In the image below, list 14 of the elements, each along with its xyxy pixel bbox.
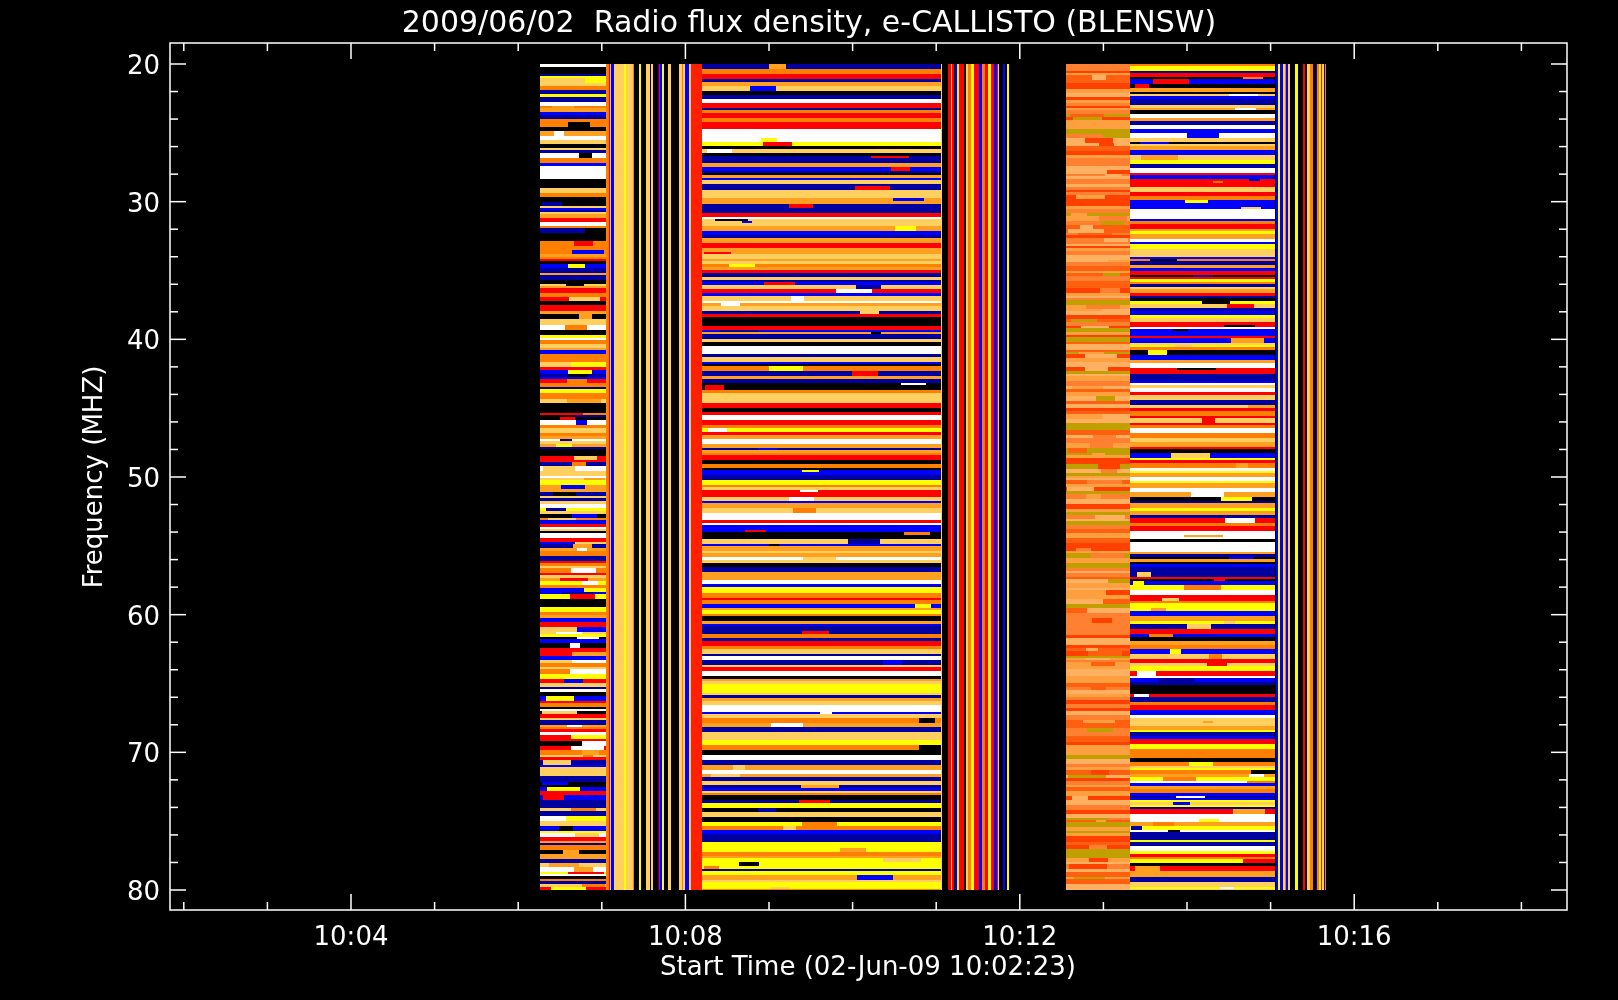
- y-tick-label: 70: [126, 738, 160, 769]
- x-axis-label: Start Time (02-Jun-09 10:02:23): [660, 951, 1076, 981]
- x-tick-label: 10:08: [647, 921, 723, 951]
- plot-title: 2009/06/02 Radio flux density, e-CALLISTO (BLENSW): [401, 4, 1217, 39]
- y-axis-label: Frequency (MHZ): [78, 365, 108, 589]
- y-tick-label: 60: [126, 600, 160, 631]
- x-tick-label: 10:16: [1316, 921, 1392, 951]
- x-tick-label: 10:12: [982, 921, 1058, 951]
- y-tick-label: 20: [126, 50, 160, 80]
- y-tick-label: 50: [126, 463, 160, 493]
- y-tick-label: 80: [126, 876, 160, 906]
- y-tick-label: 30: [126, 187, 160, 218]
- y-tick-label: 40: [126, 325, 160, 356]
- x-tick-label: 10:04: [313, 921, 389, 951]
